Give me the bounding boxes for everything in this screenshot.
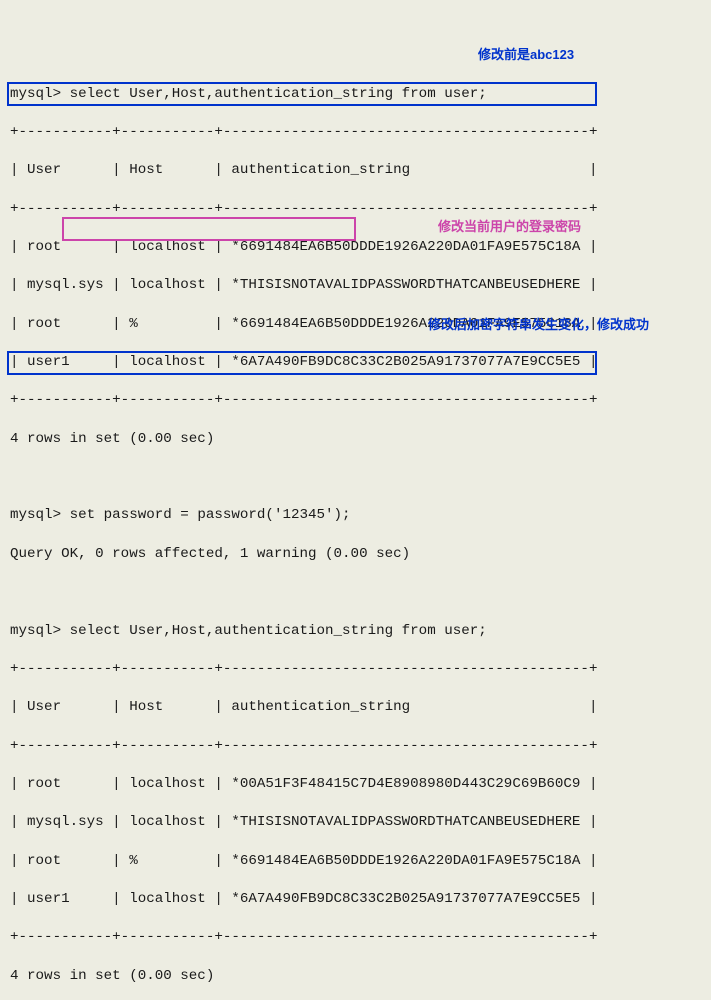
table-row: | mysql.sys | localhost | *THISISNOTAVAL… [10,276,701,295]
result-ok: Query OK, 0 rows affected, 1 warning (0.… [10,545,701,564]
query-line-2: mysql> set password = password('12345'); [10,506,701,525]
blank-line [10,583,701,602]
table-row: | user1 | localhost | *6A7A490FB9DC8C33C… [10,890,701,909]
table-row: | mysql.sys | localhost | *THISISNOTAVAL… [10,813,701,832]
annotation-after: 修改后加密字符串发生变化，修改成功 [428,316,649,334]
table-sep: +-----------+-----------+---------------… [10,660,701,679]
table-row: | user1 | localhost | *6A7A490FB9DC8C33C… [10,353,701,372]
query-line-1: mysql> select User,Host,authentication_s… [10,85,701,104]
table-row: | root | localhost | *00A51F3F48415C7D4E… [10,775,701,794]
table-sep: +-----------+-----------+---------------… [10,928,701,947]
annotation-before: 修改前是abc123 [478,46,574,64]
blank-line [10,468,701,487]
table-sep: +-----------+-----------+---------------… [10,737,701,756]
result-rows: 4 rows in set (0.00 sec) [10,967,701,986]
query-line-3: mysql> select User,Host,authentication_s… [10,622,701,641]
table-sep: +-----------+-----------+---------------… [10,200,701,219]
annotation-setpw: 修改当前用户的登录密码 [438,218,581,236]
table-row: | root | % | *6691484EA6B50DDDE1926A220D… [10,852,701,871]
result-rows: 4 rows in set (0.00 sec) [10,430,701,449]
table-header: | User | Host | authentication_string | [10,161,701,180]
table-sep: +-----------+-----------+---------------… [10,391,701,410]
table-header: | User | Host | authentication_string | [10,698,701,717]
table-sep: +-----------+-----------+---------------… [10,123,701,142]
table-row: | root | localhost | *6691484EA6B50DDDE1… [10,238,701,257]
